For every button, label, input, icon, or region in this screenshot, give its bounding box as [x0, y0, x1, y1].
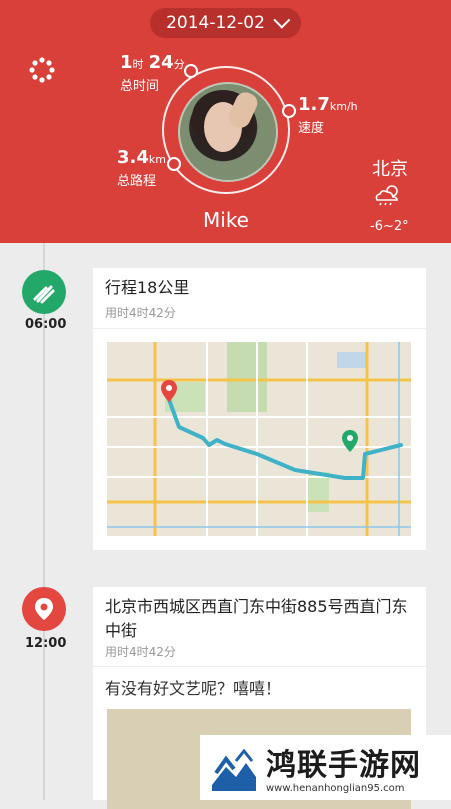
- speed-value: 1.7: [298, 94, 330, 115]
- time-hours: 1: [120, 52, 133, 73]
- date-selector[interactable]: 2014-12-02: [150, 8, 301, 38]
- time-label: 总时间: [120, 79, 160, 94]
- route-map[interactable]: [107, 342, 411, 536]
- loading-spinner-icon[interactable]: [29, 57, 55, 83]
- avatar[interactable]: [178, 82, 278, 182]
- user-name: Mike: [203, 208, 249, 232]
- distance-pin-icon: [167, 157, 181, 171]
- distance-label: 总路程: [117, 174, 157, 189]
- distance-unit: km: [148, 153, 166, 166]
- card-note: 有没有好文艺呢？嘻嘻！: [105, 679, 282, 698]
- stat-speed: 1.7km/h 速度: [298, 94, 358, 136]
- time-minutes: 24: [148, 52, 174, 73]
- time-minutes-unit: 分: [173, 58, 185, 71]
- card-title: 北京市西城区西直门东中街885号西直门东中街: [105, 597, 408, 640]
- card-divider: [93, 666, 426, 667]
- weather-temp: -6~2°: [370, 219, 409, 234]
- profile-header: 2014-12-02 1时 24分 总时间 1.7km/h 速度 3.4km 总…: [0, 0, 451, 243]
- chevron-down-icon: [273, 11, 291, 29]
- card-subtitle: 用时4时42分: [105, 645, 176, 659]
- weather-city: 北京: [372, 159, 408, 180]
- location-pin-icon: [22, 587, 66, 631]
- route-icon: [22, 270, 66, 314]
- clock-icon: [184, 64, 198, 78]
- cloudy-snow-icon: [375, 185, 398, 206]
- brand-logo-icon: [212, 748, 256, 791]
- speed-unit: km/h: [329, 100, 358, 113]
- time-hours-unit: 时: [132, 58, 144, 71]
- timeline-time-1: 06:00: [25, 317, 67, 332]
- watermark-url: www.henanhonglian95.com: [266, 783, 405, 794]
- timeline-time-2: 12:00: [25, 636, 67, 651]
- speed-label: 速度: [298, 121, 325, 136]
- date-text: 2014-12-02: [166, 13, 265, 33]
- watermark-text: 鸿联手游网: [266, 748, 421, 783]
- speed-icon: [282, 104, 296, 118]
- card-subtitle: 用时4时42分: [105, 306, 176, 320]
- card-divider: [93, 328, 426, 329]
- stat-total-time: 1时 24分 总时间: [120, 52, 185, 94]
- trip-card[interactable]: 行程18公里 用时4时42分: [93, 268, 426, 550]
- stat-distance: 3.4km 总路程: [117, 147, 166, 189]
- site-watermark: 鸿联手游网 www.henanhonglian95.com: [200, 735, 451, 800]
- distance-value: 3.4: [117, 147, 149, 168]
- card-title: 行程18公里: [105, 278, 190, 297]
